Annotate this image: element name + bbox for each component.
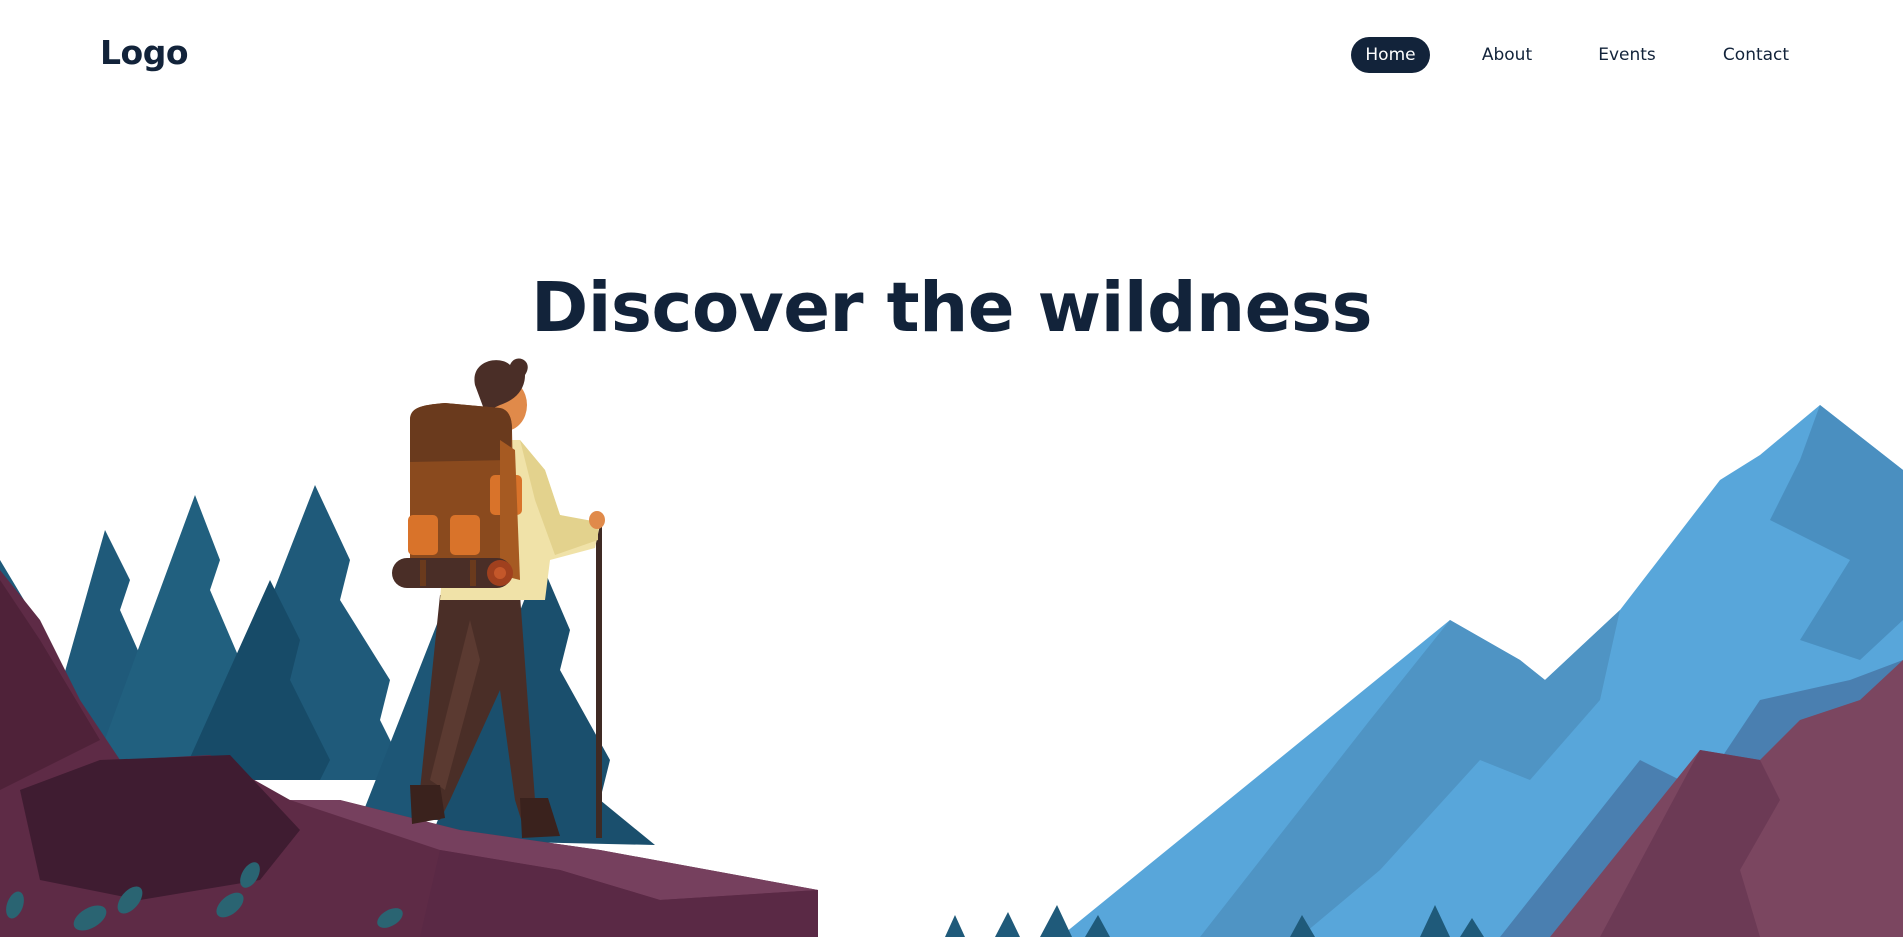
distant-trees [945, 905, 1484, 937]
nav-about-link[interactable]: About [1470, 37, 1544, 73]
foliage [6, 862, 403, 931]
hero-illustration [0, 358, 1903, 937]
mountain-range [1060, 405, 1903, 937]
hiker-figure [392, 358, 605, 838]
nav-events-link[interactable]: Events [1590, 37, 1664, 73]
nav-contact-link[interactable]: Contact [1714, 37, 1798, 73]
hero-title: Discover the wildness [530, 268, 1373, 348]
pine-forest [0, 485, 655, 845]
top-navbar: Logo Home About Events Contact [0, 0, 1903, 108]
nav-home-link[interactable]: Home [1351, 37, 1430, 73]
cliff-rocks [0, 570, 818, 937]
main-nav: Home About Events Contact [0, 37, 1903, 73]
